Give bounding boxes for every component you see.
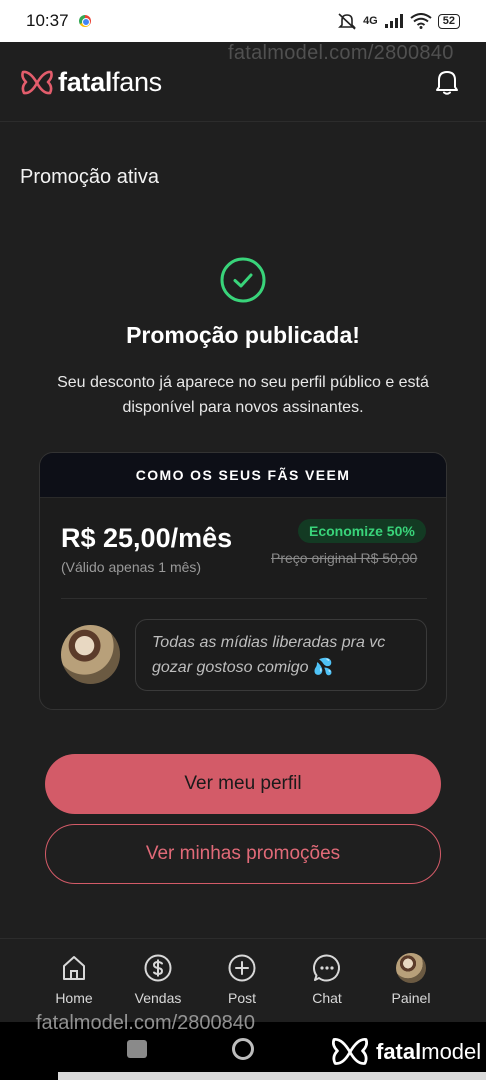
mute-icon bbox=[338, 13, 356, 30]
view-profile-button[interactable]: Ver meu perfil bbox=[45, 754, 441, 814]
butterfly-watermark-icon bbox=[331, 1038, 369, 1065]
view-promotions-button[interactable]: Ver minhas promoções bbox=[45, 824, 441, 884]
card-divider bbox=[61, 598, 427, 599]
success-headline: Promoção publicada! bbox=[126, 322, 360, 348]
bottom-navigation: Home Vendas Post Chat Painel bbox=[0, 938, 486, 1022]
nav-post[interactable]: Post bbox=[207, 953, 277, 1006]
watermark-url-top: fatalmodel.com/2800840 bbox=[228, 42, 454, 64]
droplets-emoji: 💦 bbox=[312, 659, 333, 676]
original-price: Preço original R$ 50,00 bbox=[271, 550, 418, 566]
wifi-icon bbox=[410, 13, 432, 29]
promo-message-text: Todas as mídias liberadas pra vc gozar g… bbox=[152, 634, 386, 676]
notification-bell-icon[interactable] bbox=[434, 68, 460, 96]
logo-text-light: fans bbox=[112, 67, 162, 97]
fatalmodel-watermark-logo: fatalmodel bbox=[330, 1036, 481, 1068]
watermark-brand-bold: fatal bbox=[376, 1039, 422, 1064]
page-title: Promoção ativa bbox=[20, 166, 159, 188]
nav-chat-label: Chat bbox=[312, 990, 342, 1006]
promo-message: Todas as mídias liberadas pra vc gozar g… bbox=[135, 619, 427, 691]
signal-icon bbox=[384, 14, 403, 28]
status-bar: 10:37 4G 52 bbox=[0, 0, 486, 42]
discount-badge: Economize 50% bbox=[298, 519, 426, 543]
avatar bbox=[396, 953, 426, 983]
status-time: 10:37 bbox=[26, 11, 69, 30]
chat-icon bbox=[313, 954, 340, 982]
fan-preview-card: COMO OS SEUS FÃS VEEM R$ 25,00/mês (Váli… bbox=[39, 452, 447, 710]
gesture-bar bbox=[58, 1072, 486, 1080]
home-icon bbox=[63, 956, 85, 980]
recent-apps-icon[interactable] bbox=[127, 1040, 147, 1058]
nav-chat[interactable]: Chat bbox=[292, 953, 362, 1006]
fatalfans-logo[interactable]: fatalfans bbox=[20, 67, 162, 98]
nav-painel[interactable]: Painel bbox=[376, 953, 446, 1006]
logo-text-bold: fatal bbox=[58, 67, 113, 97]
check-circle-icon bbox=[220, 257, 266, 303]
creator-avatar bbox=[61, 625, 120, 684]
nav-home-label: Home bbox=[55, 990, 93, 1006]
nav-post-label: Post bbox=[227, 990, 256, 1006]
plus-circle-icon bbox=[228, 954, 256, 982]
preview-card-header: COMO OS SEUS FÃS VEEM bbox=[40, 453, 446, 498]
battery-indicator: 52 bbox=[437, 13, 460, 29]
nav-home[interactable]: Home bbox=[39, 953, 109, 1006]
chrome-notification-icon bbox=[78, 15, 91, 27]
watermark-brand-light: model bbox=[421, 1039, 482, 1064]
nav-painel-label: Painel bbox=[391, 990, 431, 1006]
promo-validity: (Válido apenas 1 mês) bbox=[61, 559, 202, 575]
home-button-icon[interactable] bbox=[232, 1038, 254, 1060]
butterfly-logo-icon bbox=[21, 70, 53, 94]
watermark-url-bottom: fatalmodel.com/2800840 bbox=[36, 1012, 256, 1034]
nav-vendas[interactable]: Vendas bbox=[123, 953, 193, 1006]
network-label: 4G bbox=[363, 15, 378, 27]
nav-vendas-label: Vendas bbox=[134, 990, 182, 1006]
success-description: Seu desconto já aparece no seu perfil pú… bbox=[57, 374, 429, 416]
dollar-icon bbox=[144, 954, 172, 982]
promo-price: R$ 25,00/mês bbox=[61, 523, 233, 553]
